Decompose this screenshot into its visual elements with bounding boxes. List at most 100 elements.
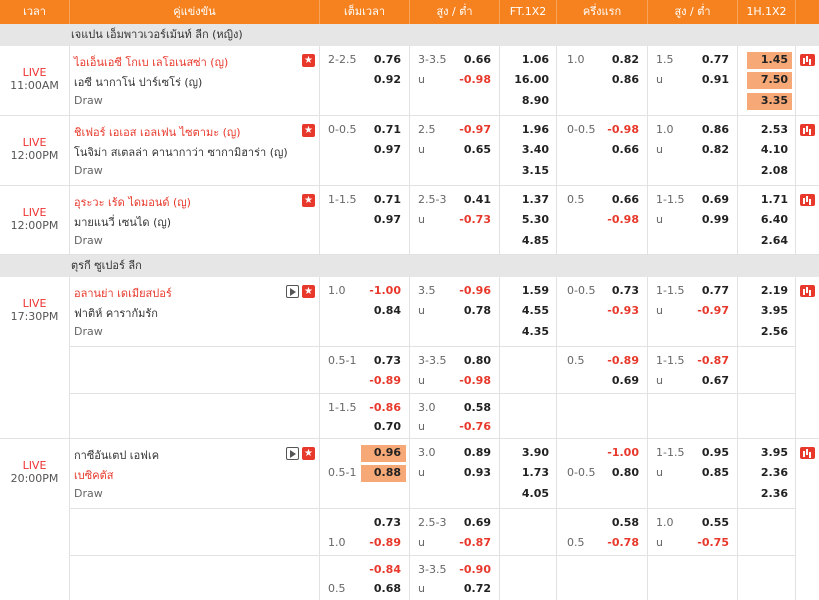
h1x2-cell[interactable]: 2.19 3.95 2.56: [738, 277, 796, 438]
odds-2[interactable]: 7.50: [761, 73, 788, 86]
odds-1[interactable]: 1.37: [522, 193, 549, 206]
ft1x2-cell[interactable]: 1.59 4.55 4.35: [500, 277, 557, 438]
half-ou-cell[interactable]: 1.0 u 0.86 0.82: [648, 116, 738, 185]
odds-2[interactable]: 3.40: [522, 143, 549, 156]
odds-under[interactable]: 0.99: [702, 213, 729, 226]
h1x2-cell[interactable]: 2.53 4.10 2.08: [738, 116, 796, 185]
odds-2[interactable]: 4.10: [761, 143, 788, 156]
odds-away[interactable]: 0.66: [612, 143, 639, 156]
favorite-star-icon[interactable]: ★: [302, 285, 315, 298]
half-handicap-cell[interactable]: 0.5 0.66 -0.98: [557, 186, 648, 254]
odds-away[interactable]: 0.86: [612, 73, 639, 86]
half-ou-cell[interactable]: 1.5 u 0.77 0.91: [648, 46, 738, 115]
stats-chart-icon[interactable]: [800, 447, 815, 459]
favorite-star-icon[interactable]: ★: [302, 54, 315, 67]
play-video-icon[interactable]: [286, 285, 299, 298]
odds-1[interactable]: 1.45: [761, 53, 788, 66]
odds-over[interactable]: 0.58: [464, 401, 491, 414]
odds-x[interactable]: 2.08: [761, 164, 788, 177]
odds-away[interactable]: 0.84: [374, 304, 401, 317]
away-team[interactable]: เบซิคตัส: [74, 466, 113, 484]
odds-away[interactable]: 0.68: [374, 582, 401, 595]
odds-x[interactable]: 3.35: [761, 94, 788, 107]
odds-over[interactable]: 0.95: [702, 446, 729, 459]
odds-2[interactable]: 3.95: [761, 304, 788, 317]
half-handicap-cell[interactable]: 0-0.5 -0.98 0.66: [557, 116, 648, 185]
handicap-cell[interactable]: 2-2.5 0.76 0.92: [320, 46, 410, 115]
odds-home[interactable]: -0.84: [369, 563, 401, 576]
odds-2[interactable]: 16.00: [514, 73, 549, 86]
favorite-star-icon[interactable]: ★: [302, 124, 315, 137]
odds-x[interactable]: 2.36: [761, 487, 788, 500]
odds-over[interactable]: -0.97: [459, 123, 491, 136]
odds-under[interactable]: -0.76: [459, 420, 491, 433]
odds-home[interactable]: 0.71: [374, 193, 401, 206]
odds-away[interactable]: 0.97: [374, 213, 401, 226]
odds-x[interactable]: 4.05: [522, 487, 549, 500]
odds-over[interactable]: 0.66: [464, 53, 491, 66]
odds-home[interactable]: 0.73: [374, 516, 401, 529]
half-ou-cell[interactable]: 1-1.5 u 0.77 -0.97 1-1.5 u -0.87 0.67: [648, 277, 738, 438]
away-team[interactable]: เอซี นากาโน่ ปาร์เซโร่ (ญ): [74, 73, 202, 91]
odds-away[interactable]: -0.93: [607, 304, 639, 317]
odds-1[interactable]: 3.95: [761, 446, 788, 459]
away-team[interactable]: ฟาติห์ คารากัมรัก: [74, 304, 158, 322]
odds-home[interactable]: -1.00: [607, 446, 639, 459]
odds-under[interactable]: 0.85: [702, 466, 729, 479]
odds-over[interactable]: 0.55: [702, 516, 729, 529]
odds-away[interactable]: 0.69: [612, 374, 639, 387]
odds-1[interactable]: 1.96: [522, 123, 549, 136]
odds-away[interactable]: -0.98: [607, 213, 639, 226]
odds-over[interactable]: 0.89: [464, 446, 491, 459]
away-team[interactable]: โนจิม่า สเตลล่า คานากาว่า ซากามิฮาร่า (ญ…: [74, 143, 288, 161]
home-team[interactable]: ไอเอ็นเอซี โกเบ เลโอเนสซ่า (ญ): [74, 53, 228, 71]
odds-2[interactable]: 1.73: [522, 466, 549, 479]
odds-under[interactable]: 0.91: [702, 73, 729, 86]
home-team[interactable]: ชิเฟอร์ เอเอส เอลเฟน ไซตามะ (ญ): [74, 123, 241, 141]
odds-home[interactable]: 0.73: [374, 354, 401, 367]
odds-over[interactable]: 0.77: [702, 284, 729, 297]
stats-chart-icon[interactable]: [800, 54, 815, 66]
ou-cell[interactable]: 3.0 u 0.89 0.93 2.5-3 u 0.69 -0.87 3-3.5…: [410, 439, 500, 600]
ou-cell[interactable]: 3.5 u -0.96 0.78 3-3.5 u 0.80 -0.98 3.0 …: [410, 277, 500, 438]
odds-2[interactable]: 4.55: [522, 304, 549, 317]
odds-under[interactable]: -0.98: [459, 374, 491, 387]
odds-away[interactable]: 0.80: [612, 466, 639, 479]
h1x2-cell[interactable]: 1.71 6.40 2.64: [738, 186, 796, 254]
half-handicap-cell[interactable]: 0-0.5 -1.00 0.80 0.5 0.58 -0.78: [557, 439, 648, 600]
odds-1[interactable]: 2.53: [761, 123, 788, 136]
odds-1[interactable]: 3.90: [522, 446, 549, 459]
handicap-cell[interactable]: 0.5-1 0.96 0.88 1.0 0.73 -0.89 0.5 -0.84…: [320, 439, 410, 600]
handicap-cell[interactable]: 0-0.5 0.71 0.97: [320, 116, 410, 185]
league-title[interactable]: เจแปน เอ็มพาวเวอร์เม้นท์ ลีก (หญิง): [0, 24, 819, 46]
odds-2[interactable]: 6.40: [761, 213, 788, 226]
odds-x[interactable]: 4.85: [522, 234, 549, 247]
odds-over[interactable]: 0.77: [702, 53, 729, 66]
odds-over[interactable]: 0.86: [702, 123, 729, 136]
odds-1[interactable]: 1.59: [522, 284, 549, 297]
odds-under[interactable]: 0.65: [464, 143, 491, 156]
odds-x[interactable]: 2.56: [761, 325, 788, 338]
league-title[interactable]: ตุรกี ซูเปอร์ ลีก: [0, 255, 819, 277]
odds-over[interactable]: -0.90: [459, 563, 491, 576]
handicap-cell[interactable]: 1.0 -1.00 0.84 0.5-1 0.73 -0.89 1-1.5 -0…: [320, 277, 410, 438]
half-ou-cell[interactable]: 1-1.5 u 0.69 0.99: [648, 186, 738, 254]
odds-away[interactable]: -0.89: [369, 536, 401, 549]
stats-chart-icon[interactable]: [800, 194, 815, 206]
half-handicap-cell[interactable]: 1.0 0.82 0.86: [557, 46, 648, 115]
handicap-cell[interactable]: 1-1.5 0.71 0.97: [320, 186, 410, 254]
odds-under[interactable]: -0.98: [459, 73, 491, 86]
odds-1[interactable]: 2.19: [761, 284, 788, 297]
ou-cell[interactable]: 3-3.5 u 0.66 -0.98: [410, 46, 500, 115]
odds-2[interactable]: 5.30: [522, 213, 549, 226]
home-team[interactable]: อลานย่า เดเมียสปอร์: [74, 284, 172, 302]
odds-x[interactable]: 4.35: [522, 325, 549, 338]
stats-chart-icon[interactable]: [800, 285, 815, 297]
odds-home[interactable]: -0.86: [369, 401, 401, 414]
odds-home[interactable]: 0.73: [612, 284, 639, 297]
away-team[interactable]: มายแนวี่ เซนได (ญ): [74, 213, 171, 231]
ft1x2-cell[interactable]: 1.06 16.00 8.90: [500, 46, 557, 115]
odds-over[interactable]: 0.69: [702, 193, 729, 206]
home-team[interactable]: อุระวะ เร้ด ไดมอนด์ (ญ): [74, 193, 191, 211]
odds-home[interactable]: 0.96: [374, 446, 401, 459]
